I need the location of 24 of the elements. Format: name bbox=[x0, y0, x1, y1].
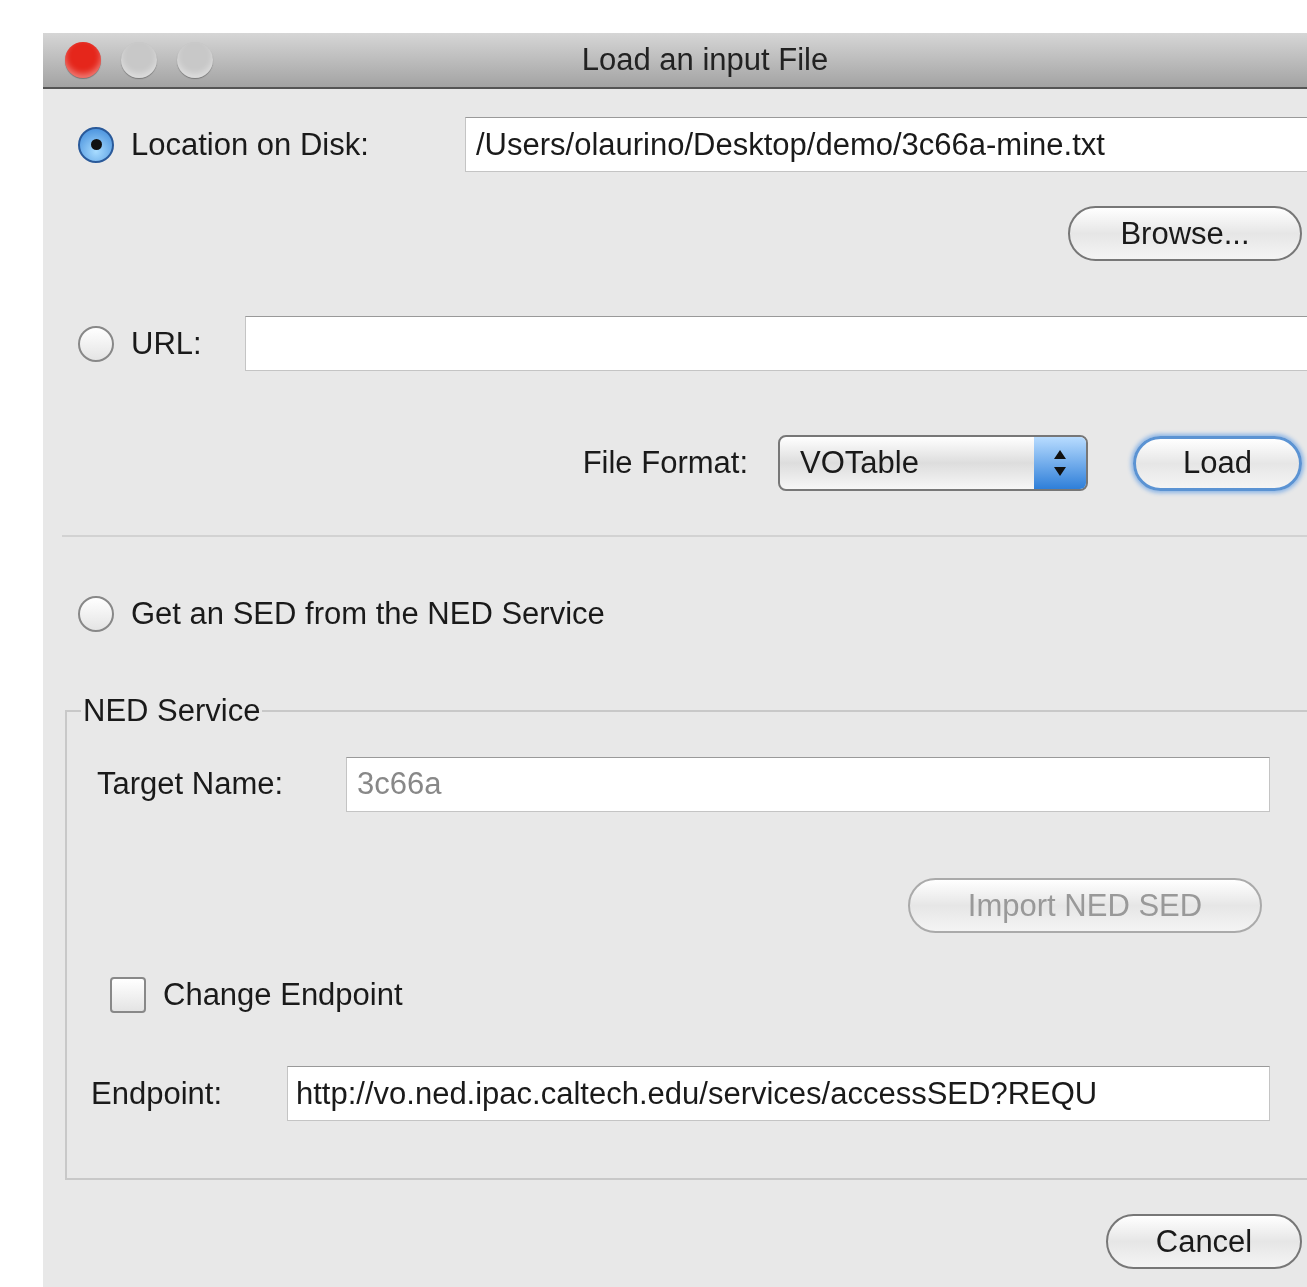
radio-button[interactable] bbox=[78, 325, 114, 362]
zoom-button[interactable] bbox=[177, 42, 213, 78]
browse-button[interactable]: Browse... bbox=[1068, 206, 1302, 261]
endpoint-field[interactable]: http://vo.ned.ipac.caltech.edu/services/accessSED?REQU bbox=[287, 1066, 1270, 1121]
stepper-icon bbox=[1034, 437, 1086, 489]
file-format-dropdown[interactable]: VOTable bbox=[778, 435, 1088, 491]
target-name-label: Target Name: bbox=[97, 766, 285, 802]
checkbox[interactable] bbox=[110, 977, 146, 1013]
radio-button[interactable] bbox=[78, 126, 114, 163]
checkbox-label: Change Endpoint bbox=[163, 977, 403, 1013]
radio-label: Location on Disk: bbox=[131, 126, 370, 163]
radio-button[interactable] bbox=[78, 596, 114, 632]
cancel-button[interactable]: Cancel bbox=[1106, 1214, 1302, 1269]
endpoint-label: Endpoint: bbox=[91, 1075, 223, 1112]
close-button[interactable] bbox=[65, 42, 101, 78]
radio-label: URL: bbox=[131, 325, 203, 362]
load-button[interactable]: Load bbox=[1133, 435, 1302, 491]
panel-title: NED Service bbox=[82, 693, 262, 729]
radio-label: Get an SED from the NED Service bbox=[131, 596, 605, 632]
url-field[interactable] bbox=[245, 316, 1307, 371]
path-field[interactable]: /Users/olaurino/Desktop/demo/3c66a-mine.txt bbox=[465, 117, 1307, 172]
window-title: Load an input File bbox=[580, 42, 830, 78]
file-format-label: File Format: bbox=[582, 445, 748, 481]
minimize-button[interactable] bbox=[121, 42, 157, 78]
